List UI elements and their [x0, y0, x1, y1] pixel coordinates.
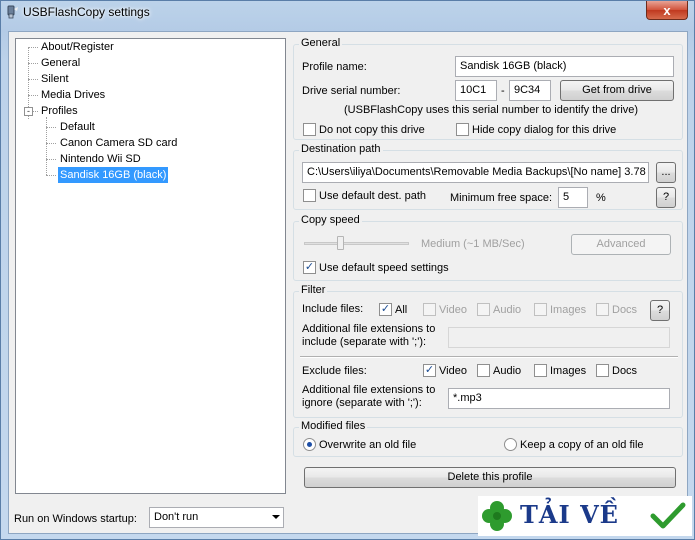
- additional-ignore-input[interactable]: *.mp3: [448, 388, 670, 409]
- serial-number-label: Drive serial number:: [302, 85, 401, 97]
- include-images-label: Images: [550, 304, 587, 316]
- speed-slider-track[interactable]: [304, 242, 409, 245]
- modified-files-group-label: Modified files: [299, 420, 368, 432]
- tree-item-silent[interactable]: Silent: [39, 71, 71, 87]
- serial-part1-input[interactable]: 10C1: [455, 80, 497, 101]
- exclude-docs-checkbox[interactable]: [596, 364, 609, 377]
- exclude-video-checkbox[interactable]: ✓: [423, 364, 436, 377]
- use-default-speed-label: Use default speed settings: [319, 262, 449, 274]
- include-images-checkbox[interactable]: [534, 303, 547, 316]
- copy-speed-group: Copy speed Medium (~1 MB/Sec) Advanced ✓…: [293, 214, 683, 281]
- exclude-images-checkbox[interactable]: [534, 364, 547, 377]
- chevron-down-icon: [272, 515, 280, 519]
- overwrite-radio[interactable]: [303, 438, 316, 451]
- close-button[interactable]: x: [646, 1, 688, 20]
- exclude-docs-label: Docs: [612, 365, 638, 377]
- serial-part2-input[interactable]: 9C34: [509, 80, 551, 101]
- watermark-text: TẢI VỀ: [520, 500, 619, 529]
- filter-separator: [300, 356, 678, 358]
- speed-value-text: Medium (~1 MB/Sec): [421, 238, 525, 250]
- clover-icon: [482, 501, 512, 531]
- keep-copy-radio[interactable]: [504, 438, 517, 451]
- filter-group-label: Filter: [299, 284, 328, 296]
- modified-files-group: Modified files Overwrite an old file Kee…: [293, 420, 683, 457]
- client-area: - About/Register General Silent Media Dr…: [8, 31, 688, 534]
- include-docs-checkbox[interactable]: [596, 303, 609, 316]
- settings-window: USBFlashCopy settings x - About/Register…: [0, 0, 695, 540]
- tree-item-nintendo-wii[interactable]: Nintendo Wii SD: [58, 151, 143, 167]
- copy-speed-group-label: Copy speed: [299, 214, 362, 226]
- additional-include-label-line2: include (separate with ';'):: [302, 336, 427, 348]
- tree-item-profiles[interactable]: Profiles: [39, 103, 80, 119]
- destination-path-input[interactable]: C:\Users\iliya\Documents\Removable Media…: [302, 162, 649, 183]
- destination-group-label: Destination path: [299, 143, 383, 155]
- destination-group: Destination path C:\Users\iliya\Document…: [293, 143, 683, 210]
- serial-note: (USBFlashCopy uses this serial number to…: [344, 104, 639, 116]
- tree-item-canon-camera[interactable]: Canon Camera SD card: [58, 135, 179, 151]
- tree-item-sandisk-selected[interactable]: Sandisk 16GB (black): [58, 167, 169, 183]
- exclude-audio-checkbox[interactable]: [477, 364, 490, 377]
- include-audio-label: Audio: [493, 304, 522, 316]
- min-free-space-label: Minimum free space:: [450, 192, 553, 204]
- include-all-checkbox[interactable]: ✓: [379, 303, 392, 316]
- serial-dash: -: [501, 85, 505, 97]
- filter-help-button[interactable]: ?: [650, 300, 670, 321]
- include-audio-checkbox[interactable]: [477, 303, 490, 316]
- use-default-dest-label: Use default dest. path: [319, 190, 427, 202]
- advanced-button[interactable]: Advanced: [571, 234, 671, 255]
- general-group-label: General: [299, 37, 343, 49]
- additional-include-input[interactable]: [448, 327, 670, 348]
- use-default-dest-checkbox[interactable]: [303, 189, 316, 202]
- exclude-images-label: Images: [550, 365, 587, 377]
- general-group: General Profile name: Sandisk 16GB (blac…: [293, 37, 683, 140]
- min-free-space-input[interactable]: 5: [558, 187, 588, 208]
- tree-item-default[interactable]: Default: [58, 119, 97, 135]
- include-all-label: All: [395, 304, 408, 316]
- window-title: USBFlashCopy settings: [23, 5, 150, 19]
- watermark: TẢI VỀ: [478, 496, 692, 536]
- profile-name-input[interactable]: Sandisk 16GB (black): [455, 56, 674, 77]
- tree-item-about-register[interactable]: About/Register: [39, 39, 116, 55]
- settings-tree[interactable]: - About/Register General Silent Media Dr…: [15, 38, 286, 494]
- tree-item-general[interactable]: General: [39, 55, 82, 71]
- collapse-profiles-icon[interactable]: -: [24, 107, 33, 116]
- delete-profile-button[interactable]: Delete this profile: [304, 467, 676, 488]
- include-files-label: Include files:: [302, 303, 364, 315]
- exclude-video-label: Video: [439, 365, 467, 377]
- exclude-files-label: Exclude files:: [302, 365, 367, 377]
- speed-slider-thumb[interactable]: [337, 236, 344, 250]
- checkmark-icon: [650, 502, 686, 529]
- run-on-startup-select[interactable]: Don't run: [149, 507, 284, 528]
- include-video-label: Video: [439, 304, 467, 316]
- profile-name-label: Profile name:: [302, 61, 367, 73]
- hide-copy-dialog-checkbox[interactable]: [456, 123, 469, 136]
- close-icon: x: [663, 2, 671, 18]
- get-from-drive-button[interactable]: Get from drive: [560, 80, 674, 101]
- hide-copy-dialog-label: Hide copy dialog for this drive: [472, 124, 617, 136]
- run-on-startup-label: Run on Windows startup:: [14, 513, 137, 525]
- overwrite-label: Overwrite an old file: [319, 439, 417, 451]
- percent-label: %: [596, 192, 606, 204]
- run-on-startup-value: Don't run: [154, 511, 199, 523]
- tree-item-media-drives[interactable]: Media Drives: [39, 87, 107, 103]
- do-not-copy-checkbox[interactable]: [303, 123, 316, 136]
- title-bar[interactable]: USBFlashCopy settings x: [1, 1, 694, 25]
- additional-ignore-label-line1: Additional file extensions to: [302, 384, 436, 396]
- include-video-checkbox[interactable]: [423, 303, 436, 316]
- use-default-speed-checkbox[interactable]: ✓: [303, 261, 316, 274]
- do-not-copy-label: Do not copy this drive: [319, 124, 425, 136]
- exclude-audio-label: Audio: [493, 365, 522, 377]
- filter-group: Filter Include files: ✓ All Video Audio …: [293, 284, 683, 418]
- browse-button[interactable]: ...: [656, 162, 676, 183]
- keep-copy-label: Keep a copy of an old file: [520, 439, 644, 451]
- destination-help-button[interactable]: ?: [656, 187, 676, 208]
- include-docs-label: Docs: [612, 304, 638, 316]
- usb-app-icon: [7, 5, 18, 19]
- additional-include-label-line1: Additional file extensions to: [302, 323, 436, 335]
- additional-ignore-label-line2: ignore (separate with ';'):: [302, 397, 422, 409]
